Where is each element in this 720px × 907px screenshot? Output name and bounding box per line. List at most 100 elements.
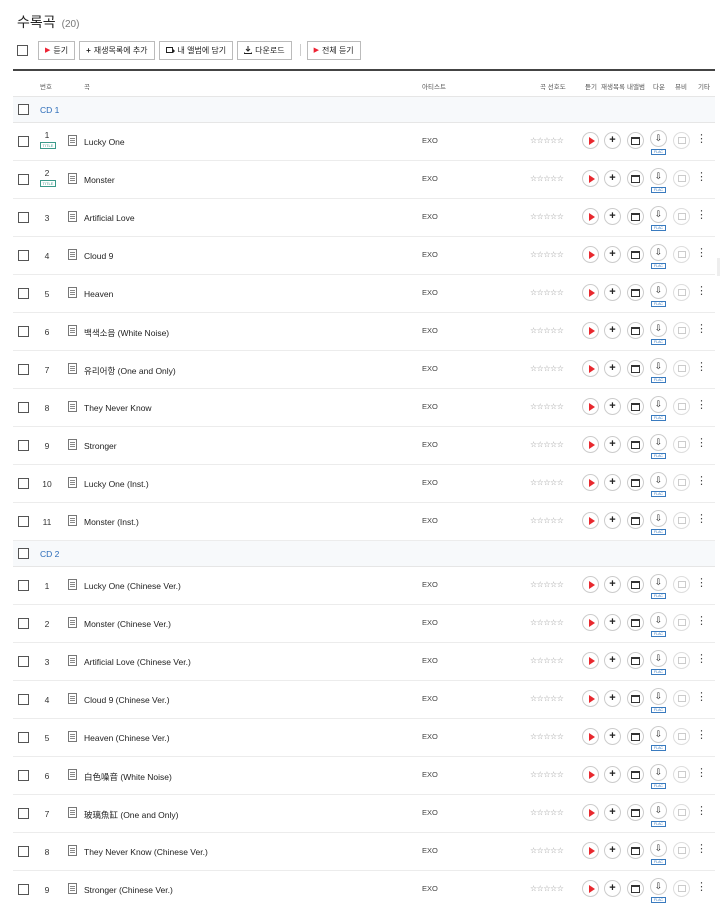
track-checkbox[interactable] [18,732,29,743]
song-info-icon[interactable] [68,769,77,780]
add-to-my-album-button[interactable] [627,436,644,453]
add-to-playlist-button[interactable]: + [604,132,621,149]
download-button[interactable] [650,726,667,743]
play-button[interactable] [582,132,599,149]
song-title[interactable]: They Never Know (Chinese Ver.) [84,847,208,857]
artist-name[interactable]: EXO [422,174,438,183]
add-to-my-album-button[interactable] [627,170,644,187]
listen-all-button[interactable]: ▶ 전체 듣기 [306,40,361,60]
more-options-icon[interactable]: ⋮ [696,578,707,589]
download-button[interactable] [650,574,667,591]
add-to-playlist-button[interactable]: + [604,690,621,707]
more-options-icon[interactable]: ⋮ [696,730,707,741]
add-to-my-album-button[interactable] [627,512,644,529]
add-to-playlist-button[interactable]: + [604,398,621,415]
download-button[interactable] [650,206,667,223]
artist-name[interactable]: EXO [422,580,438,589]
add-to-my-album-button[interactable] [627,766,644,783]
add-to-my-album-button[interactable] [627,474,644,491]
download-button[interactable] [650,320,667,337]
rating-stars[interactable]: ☆☆☆☆☆ [530,326,564,335]
play-button[interactable] [582,614,599,631]
add-to-playlist-button[interactable]: + [604,766,621,783]
play-button[interactable] [582,322,599,339]
rating-stars[interactable]: ☆☆☆☆☆ [530,846,564,855]
download-button[interactable] [650,282,667,299]
add-to-playlist-button[interactable]: + 재생목록에 추가 [79,40,155,60]
more-options-icon[interactable]: ⋮ [696,362,707,373]
rating-stars[interactable]: ☆☆☆☆☆ [530,136,564,145]
artist-name[interactable]: EXO [422,440,438,449]
play-button[interactable] [582,766,599,783]
add-to-playlist-button[interactable]: + [604,614,621,631]
rating-stars[interactable]: ☆☆☆☆☆ [530,516,564,525]
add-to-playlist-button[interactable]: + [604,842,621,859]
artist-name[interactable]: EXO [422,288,438,297]
artist-name[interactable]: EXO [422,326,438,335]
song-title[interactable]: Heaven [84,289,113,299]
track-checkbox[interactable] [18,656,29,667]
song-title[interactable]: 유리어항 (One and Only) [84,365,176,377]
track-checkbox[interactable] [18,174,29,185]
track-checkbox[interactable] [18,770,29,781]
play-button[interactable] [582,576,599,593]
add-to-my-album-button[interactable] [627,804,644,821]
download-button[interactable] [650,472,667,489]
more-options-icon[interactable]: ⋮ [696,248,707,259]
more-options-icon[interactable]: ⋮ [696,172,707,183]
add-to-my-album-button[interactable] [627,322,644,339]
track-checkbox[interactable] [18,326,29,337]
add-to-my-album-button[interactable] [627,398,644,415]
artist-name[interactable]: EXO [422,212,438,221]
download-button[interactable]: 다운로드 [237,40,292,60]
song-title[interactable]: 玻璃魚缸 (One and Only) [84,809,178,821]
download-button[interactable] [650,650,667,667]
rating-stars[interactable]: ☆☆☆☆☆ [530,478,564,487]
more-options-icon[interactable]: ⋮ [696,400,707,411]
rating-stars[interactable]: ☆☆☆☆☆ [530,694,564,703]
song-title[interactable]: Stronger (Chinese Ver.) [84,885,173,895]
add-to-playlist-button[interactable]: + [604,880,621,897]
add-to-playlist-button[interactable]: + [604,512,621,529]
track-checkbox[interactable] [18,440,29,451]
track-checkbox[interactable] [18,516,29,527]
more-options-icon[interactable]: ⋮ [696,476,707,487]
rating-stars[interactable]: ☆☆☆☆☆ [530,808,564,817]
play-button[interactable] [582,208,599,225]
more-options-icon[interactable]: ⋮ [696,616,707,627]
more-options-icon[interactable]: ⋮ [696,654,707,665]
play-button[interactable] [582,246,599,263]
add-to-playlist-button[interactable]: + [604,322,621,339]
rating-stars[interactable]: ☆☆☆☆☆ [530,364,564,373]
rating-stars[interactable]: ☆☆☆☆☆ [530,288,564,297]
rating-stars[interactable]: ☆☆☆☆☆ [530,580,564,589]
song-title[interactable]: Monster [84,175,115,185]
cd-select-checkbox[interactable] [18,104,29,115]
track-checkbox[interactable] [18,364,29,375]
artist-name[interactable]: EXO [422,656,438,665]
add-to-my-album-button[interactable] [627,880,644,897]
song-info-icon[interactable] [68,287,77,298]
song-info-icon[interactable] [68,211,77,222]
song-title[interactable]: Cloud 9 [84,251,113,261]
more-options-icon[interactable]: ⋮ [696,324,707,335]
add-to-my-album-button[interactable] [627,728,644,745]
more-options-icon[interactable]: ⋮ [696,438,707,449]
track-checkbox[interactable] [18,250,29,261]
add-to-my-album-button[interactable] [627,360,644,377]
download-button[interactable] [650,510,667,527]
download-button[interactable] [650,612,667,629]
download-button[interactable] [650,358,667,375]
song-info-icon[interactable] [68,731,77,742]
more-options-icon[interactable]: ⋮ [696,768,707,779]
listen-button[interactable]: ▶ 듣기 [38,40,76,60]
song-title[interactable]: Lucky One [84,137,125,147]
song-info-icon[interactable] [68,135,77,146]
play-button[interactable] [582,652,599,669]
rating-stars[interactable]: ☆☆☆☆☆ [530,250,564,259]
cd-select-checkbox[interactable] [18,548,29,559]
artist-name[interactable]: EXO [422,250,438,259]
song-title[interactable]: Artificial Love [84,213,135,223]
more-options-icon[interactable]: ⋮ [696,286,707,297]
more-options-icon[interactable]: ⋮ [696,514,707,525]
